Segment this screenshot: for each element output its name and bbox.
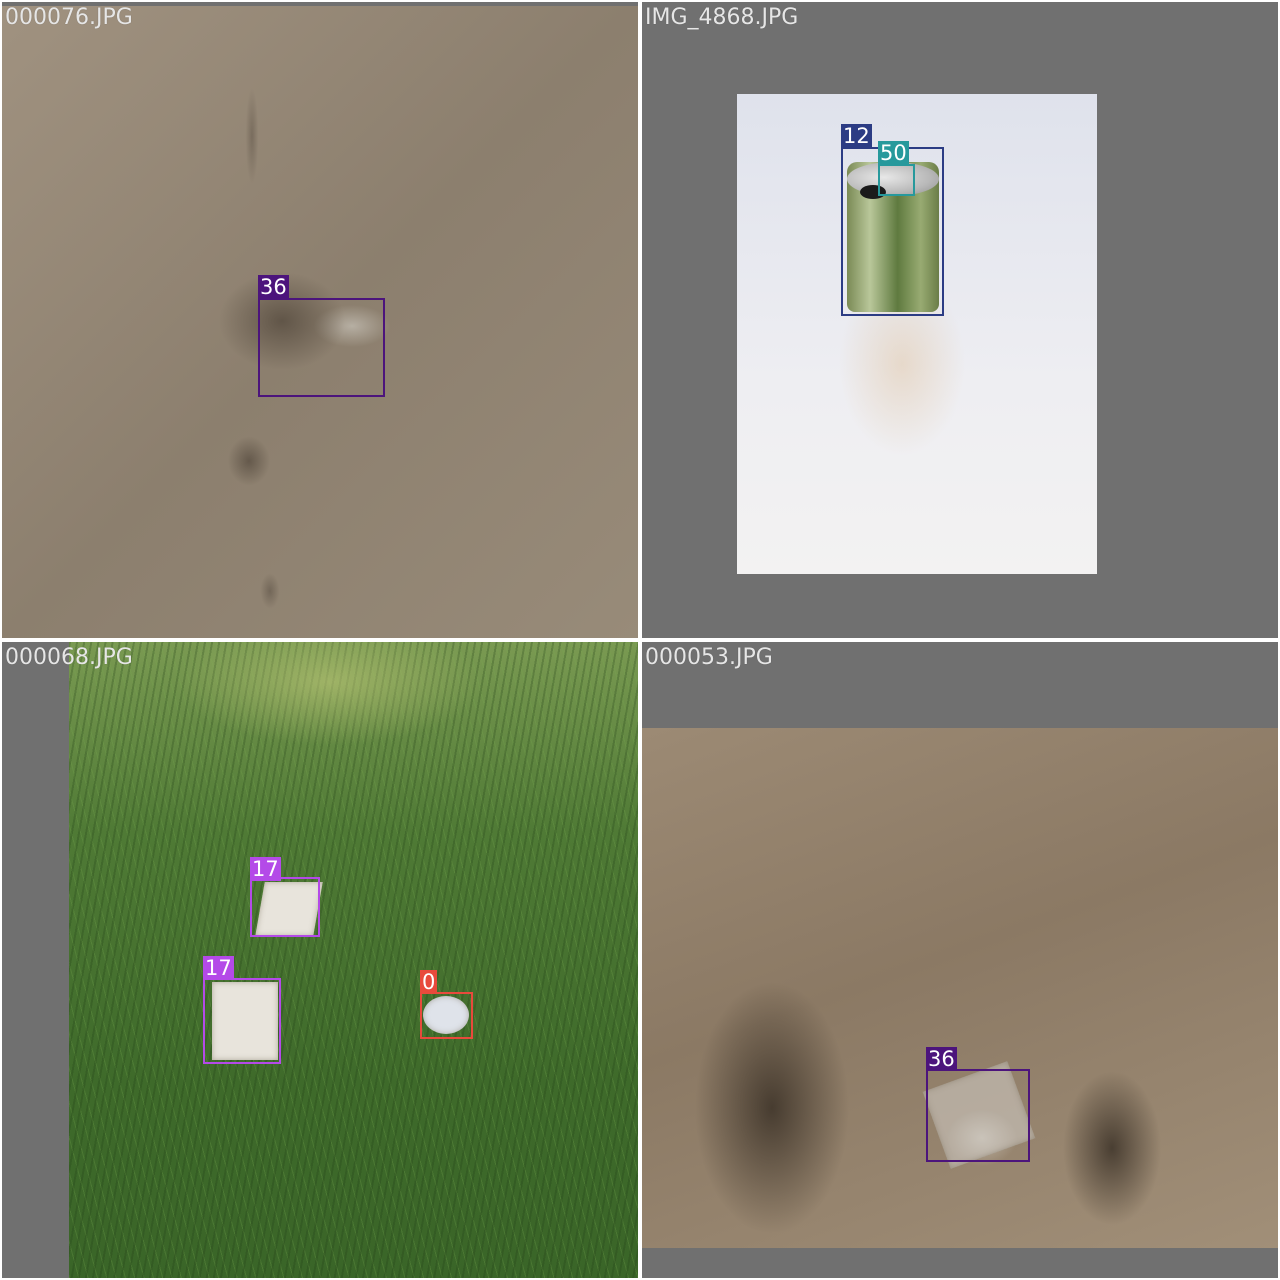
filename-label: 000076.JPG <box>5 5 133 30</box>
image-tile-000053: 36 000053.JPG <box>642 642 1278 1278</box>
bounding-box <box>878 164 915 196</box>
class-label: 50 <box>878 141 909 165</box>
class-label: 0 <box>420 970 438 994</box>
bounding-box <box>258 298 385 397</box>
bounding-box <box>926 1069 1030 1162</box>
class-label: 17 <box>203 956 234 980</box>
grass-photo <box>69 642 638 1278</box>
image-tile-000076: 36 000076.JPG <box>2 2 638 638</box>
filename-label: 000068.JPG <box>5 645 133 670</box>
bounding-box <box>250 877 320 937</box>
sand-photo <box>642 728 1278 1248</box>
bounding-box <box>420 992 473 1039</box>
filename-label: IMG_4868.JPG <box>645 5 799 30</box>
filename-label: 000053.JPG <box>645 645 773 670</box>
class-label: 17 <box>250 857 281 881</box>
class-label: 36 <box>926 1047 957 1071</box>
bounding-box <box>203 978 281 1064</box>
image-tile-000068: 17 17 0 000068.JPG <box>2 642 638 1278</box>
image-tile-img-4868: 12 50 IMG_4868.JPG <box>642 2 1278 638</box>
class-label: 12 <box>841 124 872 148</box>
class-label: 36 <box>258 275 289 299</box>
